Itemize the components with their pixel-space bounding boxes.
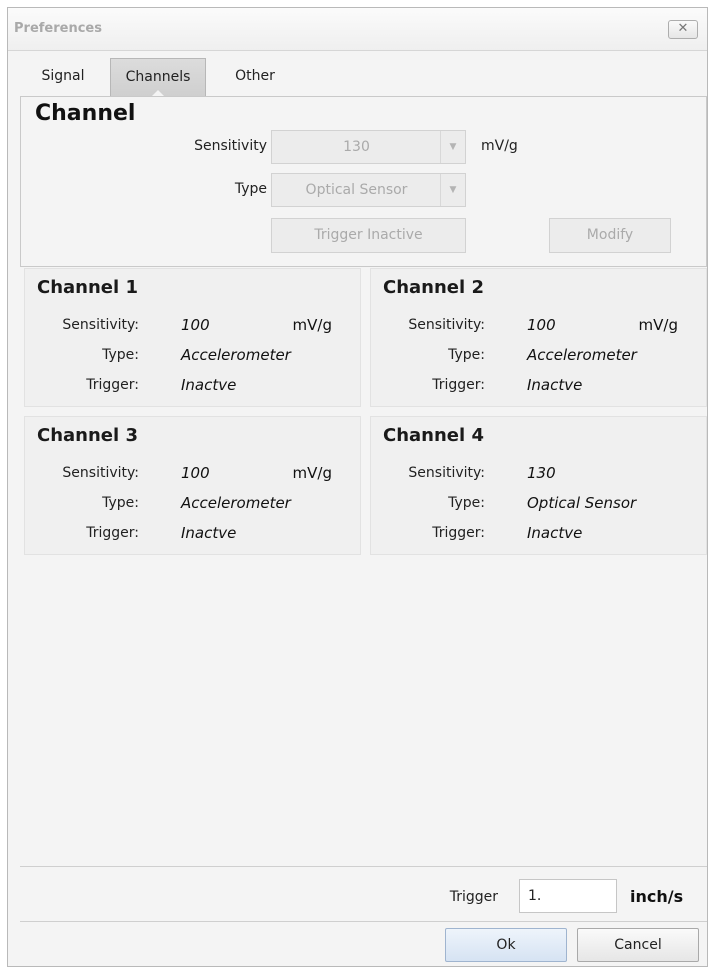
channel-1-card: Channel 1 Sensitivity: 100 mV/g Type: Ac…: [24, 268, 361, 407]
type-value: Accelerometer: [181, 346, 291, 364]
trigger-label: Trigger:: [86, 525, 139, 541]
trigger-threshold-input[interactable]: 1.: [519, 879, 617, 913]
sensitivity-unit: mV/g: [481, 138, 518, 154]
trigger-threshold-label: Trigger: [449, 889, 498, 905]
sensitivity-unit: mV/g: [292, 316, 332, 334]
title-bar[interactable]: Preferences ✕: [8, 8, 707, 51]
chevron-down-icon[interactable]: ▼: [440, 174, 465, 206]
sensitivity-value: 100: [181, 464, 210, 482]
sensitivity-value: 130: [343, 139, 370, 155]
trigger-value: Inactve: [527, 524, 583, 542]
trigger-inactive-button[interactable]: Trigger Inactive: [271, 218, 466, 253]
tab-other-label: Other: [235, 68, 275, 84]
sensitivity-label: Sensitivity:: [408, 317, 485, 333]
type-value: Accelerometer: [181, 494, 291, 512]
type-value: Optical Sensor: [527, 494, 637, 512]
cancel-button[interactable]: Cancel: [577, 928, 699, 962]
sensitivity-label: Sensitivity:: [62, 317, 139, 333]
tab-channels[interactable]: Channels: [110, 58, 206, 97]
channel-editor-panel: Channel Sensitivity 130 ▼ mV/g Type Opti…: [20, 96, 707, 267]
sensitivity-value: 130: [527, 464, 556, 482]
type-label: Type:: [448, 495, 485, 511]
window-title: Preferences: [14, 21, 102, 36]
ok-button[interactable]: Ok: [445, 928, 567, 962]
channel-editor-title: Channel: [35, 101, 136, 126]
sensitivity-label: Sensitivity:: [62, 465, 139, 481]
close-icon: ✕: [677, 21, 689, 36]
preferences-dialog: Preferences ✕ Signal Channels Other Chan…: [7, 7, 708, 967]
channel-4-card: Channel 4 Sensitivity: 130 Type: Optical…: [370, 416, 707, 555]
tab-other[interactable]: Other: [216, 58, 294, 96]
channel-2-card: Channel 2 Sensitivity: 100 mV/g Type: Ac…: [370, 268, 707, 407]
sensitivity-unit: mV/g: [638, 316, 678, 334]
tab-signal-label: Signal: [41, 68, 85, 84]
tab-signal[interactable]: Signal: [20, 58, 106, 96]
footer-divider-top: [20, 866, 707, 867]
type-value: Optical Sensor: [305, 182, 408, 198]
channel-title: Channel 2: [383, 277, 484, 298]
type-label: Type: [234, 181, 267, 197]
sensitivity-value: 100: [527, 316, 556, 334]
type-value: Accelerometer: [527, 346, 637, 364]
type-label: Type:: [102, 495, 139, 511]
modify-button[interactable]: Modify: [549, 218, 671, 253]
tab-bar: Signal Channels Other: [20, 58, 695, 97]
trigger-value: Inactve: [181, 376, 237, 394]
type-label: Type:: [102, 347, 139, 363]
trigger-threshold-unit: inch/s: [630, 887, 684, 906]
trigger-value: Inactve: [527, 376, 583, 394]
footer-divider-bottom: [20, 921, 707, 922]
type-combo[interactable]: Optical Sensor ▼: [271, 173, 466, 207]
sensitivity-label: Sensitivity: [194, 138, 267, 154]
sensitivity-combo[interactable]: 130 ▼: [271, 130, 466, 164]
sensitivity-value: 100: [181, 316, 210, 334]
sensitivity-label: Sensitivity:: [408, 465, 485, 481]
chevron-down-icon[interactable]: ▼: [440, 131, 465, 163]
trigger-label: Trigger:: [432, 525, 485, 541]
channel-title: Channel 3: [37, 425, 138, 446]
channel-3-card: Channel 3 Sensitivity: 100 mV/g Type: Ac…: [24, 416, 361, 555]
channel-title: Channel 4: [383, 425, 484, 446]
trigger-label: Trigger:: [86, 377, 139, 393]
sensitivity-unit: mV/g: [292, 464, 332, 482]
close-button[interactable]: ✕: [668, 20, 698, 39]
type-label: Type:: [448, 347, 485, 363]
tab-channels-label: Channels: [125, 69, 191, 85]
channel-title: Channel 1: [37, 277, 138, 298]
trigger-value: Inactve: [181, 524, 237, 542]
trigger-label: Trigger:: [432, 377, 485, 393]
